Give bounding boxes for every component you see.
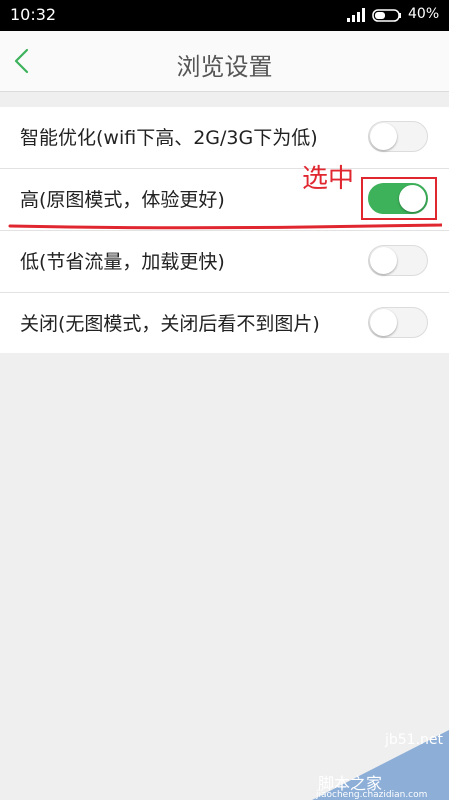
toggle-knob <box>370 309 397 336</box>
annotation-highlight-box <box>361 177 437 220</box>
toggle-switch[interactable] <box>368 121 428 152</box>
setting-label: 低(节省流量，加载更快) <box>20 251 225 273</box>
page-title: 浏览设置 <box>176 53 273 81</box>
watermark-site: jb51.net <box>384 732 443 748</box>
toggle-knob <box>370 123 397 150</box>
watermark-url: jiaocheng.chazidian.com <box>316 790 428 800</box>
setting-label: 智能优化(wifi下高、2G/3G下为低) <box>20 127 318 149</box>
setting-row-smart[interactable]: 智能优化(wifi下高、2G/3G下为低) <box>0 107 449 169</box>
toggle-knob <box>370 247 397 274</box>
watermark: jb51.net 脚本之家 jiaocheng.chazidian.com <box>312 730 449 800</box>
signal-icon <box>347 8 365 22</box>
setting-label: 高(原图模式，体验更好) <box>20 189 225 211</box>
battery-percentage: 40% <box>408 6 440 22</box>
status-time: 10:32 <box>10 5 57 24</box>
setting-label: 关闭(无图模式，关闭后看不到图片) <box>20 313 320 335</box>
setting-row-low[interactable]: 低(节省流量，加载更快) <box>0 231 449 293</box>
toggle-switch[interactable] <box>368 307 428 338</box>
toggle-switch[interactable] <box>368 245 428 276</box>
status-bar: 10:32 40% <box>0 0 449 31</box>
annotation-underline <box>8 223 442 230</box>
settings-list: 智能优化(wifi下高、2G/3G下为低) 高(原图模式，体验更好) 低(节省流… <box>0 107 449 353</box>
title-bar: 浏览设置 <box>0 31 449 92</box>
battery-icon <box>372 9 401 22</box>
annotation-label: 选中 <box>302 164 355 194</box>
setting-row-off[interactable]: 关闭(无图模式，关闭后看不到图片) <box>0 293 449 353</box>
